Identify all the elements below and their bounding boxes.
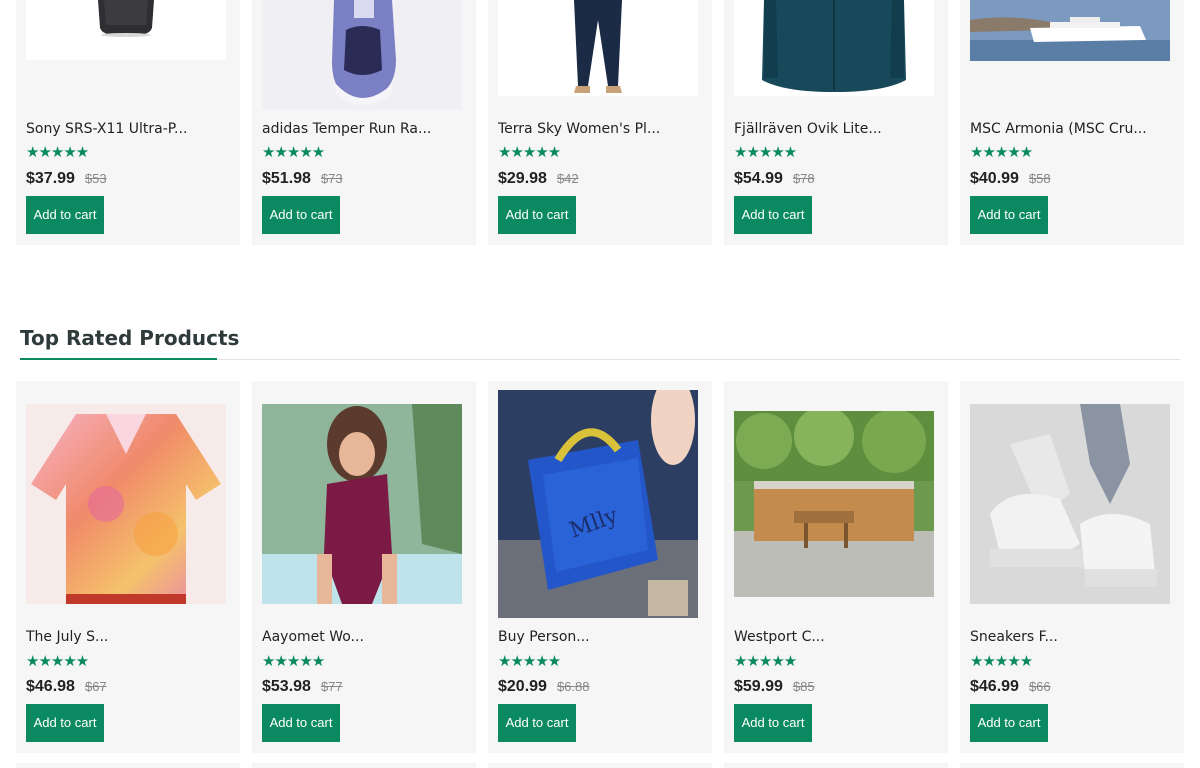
price: $40.99 <box>970 170 1019 187</box>
price-group: $46.98 $67 <box>26 678 107 696</box>
product-card[interactable]: Terra Sky Women's Pl... ★★★★★ $29.98 $42… <box>488 0 712 245</box>
product-name[interactable]: Buy Person... <box>498 629 702 645</box>
price-group: $54.99 $78 <box>734 170 815 188</box>
old-price: $73 <box>320 171 343 186</box>
product-row-next <box>16 763 1184 768</box>
rating-stars: ★★★★★ <box>734 653 797 670</box>
price: $54.99 <box>734 170 783 187</box>
old-price: $53 <box>84 171 107 186</box>
price: $37.99 <box>26 170 75 187</box>
price-group: $46.99 $66 <box>970 678 1051 696</box>
product-card[interactable]: adidas Temper Run Ra... ★★★★★ $51.98 $73… <box>252 0 476 245</box>
product-image[interactable] <box>262 404 462 604</box>
product-row-top-rated: The July S... ★★★★★ $46.98 $67 Add to ca… <box>16 381 1184 753</box>
product-card[interactable] <box>724 763 948 768</box>
product-name[interactable]: The July S... <box>26 629 230 645</box>
product-card[interactable] <box>488 763 712 768</box>
price-group: $53.98 $77 <box>262 678 343 696</box>
price: $29.98 <box>498 170 547 187</box>
product-image[interactable] <box>498 0 698 96</box>
rating-stars: ★★★★★ <box>734 144 797 161</box>
price-group: $29.98 $42 <box>498 170 579 188</box>
add-to-cart-button[interactable]: Add to cart <box>970 704 1048 742</box>
product-name[interactable]: Sneakers F... <box>970 629 1174 645</box>
add-to-cart-button[interactable]: Add to cart <box>498 704 576 742</box>
product-card[interactable]: Sneakers F... ★★★★★ $46.99 $66 Add to ca… <box>960 381 1184 753</box>
page: Sony SRS-X11 Ultra-P... ★★★★★ $37.99 $53… <box>0 0 1200 768</box>
product-card[interactable]: Mlly Buy Person... ★★★★★ $20.99 $6.88 Ad… <box>488 381 712 753</box>
section-title: Top Rated Products <box>20 326 240 350</box>
product-card[interactable]: Westport C... ★★★★★ $59.99 $85 Add to ca… <box>724 381 948 753</box>
product-card[interactable]: Aayomet Wo... ★★★★★ $53.98 $77 Add to ca… <box>252 381 476 753</box>
product-image[interactable] <box>734 0 934 96</box>
product-card[interactable]: Fjällräven Övik Lite... ★★★★★ $54.99 $78… <box>724 0 948 245</box>
rating-stars: ★★★★★ <box>26 144 89 161</box>
price-group: $20.99 $6.88 <box>498 678 589 696</box>
product-name[interactable]: Sony SRS-X11 Ultra-P... <box>26 121 230 137</box>
product-card[interactable] <box>252 763 476 768</box>
price: $46.99 <box>970 678 1019 695</box>
product-image[interactable] <box>734 411 934 597</box>
price: $46.98 <box>26 678 75 695</box>
old-price: $6.88 <box>556 679 590 694</box>
add-to-cart-button[interactable]: Add to cart <box>498 196 576 234</box>
product-image[interactable] <box>262 0 462 110</box>
rating-stars: ★★★★★ <box>970 653 1033 670</box>
add-to-cart-button[interactable]: Add to cart <box>26 704 104 742</box>
old-price: $85 <box>792 679 815 694</box>
rating-stars: ★★★★★ <box>262 144 325 161</box>
price: $53.98 <box>262 678 311 695</box>
section-title-underline <box>20 358 217 360</box>
old-price: $58 <box>1028 171 1051 186</box>
price-group: $37.99 $53 <box>26 170 107 188</box>
product-image[interactable] <box>970 0 1170 61</box>
rating-stars: ★★★★★ <box>498 144 561 161</box>
add-to-cart-button[interactable]: Add to cart <box>26 196 104 234</box>
product-name[interactable]: Terra Sky Women's Pl... <box>498 121 702 137</box>
price: $20.99 <box>498 678 547 695</box>
rating-stars: ★★★★★ <box>498 653 561 670</box>
old-price: $78 <box>792 171 815 186</box>
product-card[interactable] <box>16 763 240 768</box>
product-image[interactable] <box>26 404 226 604</box>
add-to-cart-button[interactable]: Add to cart <box>970 196 1048 234</box>
product-row-top: Sony SRS-X11 Ultra-P... ★★★★★ $37.99 $53… <box>16 0 1184 245</box>
old-price: $42 <box>556 171 579 186</box>
product-name[interactable]: Westport C... <box>734 629 938 645</box>
add-to-cart-button[interactable]: Add to cart <box>734 196 812 234</box>
price: $51.98 <box>262 170 311 187</box>
price-group: $59.99 $85 <box>734 678 815 696</box>
product-name[interactable]: adidas Temper Run Ra... <box>262 121 466 137</box>
old-price: $77 <box>320 679 343 694</box>
product-image[interactable]: Mlly <box>498 390 698 618</box>
product-card[interactable]: MSC Armonia (MSC Cru... ★★★★★ $40.99 $58… <box>960 0 1184 245</box>
price-group: $51.98 $73 <box>262 170 343 188</box>
old-price: $66 <box>1028 679 1051 694</box>
product-image[interactable] <box>26 0 226 60</box>
add-to-cart-button[interactable]: Add to cart <box>262 196 340 234</box>
price: $59.99 <box>734 678 783 695</box>
rating-stars: ★★★★★ <box>26 653 89 670</box>
rating-stars: ★★★★★ <box>970 144 1033 161</box>
add-to-cart-button[interactable]: Add to cart <box>262 704 340 742</box>
product-image[interactable] <box>970 404 1170 604</box>
product-card[interactable]: Sony SRS-X11 Ultra-P... ★★★★★ $37.99 $53… <box>16 0 240 245</box>
price-group: $40.99 $58 <box>970 170 1051 188</box>
product-card[interactable]: The July S... ★★★★★ $46.98 $67 Add to ca… <box>16 381 240 753</box>
product-name[interactable]: Fjällräven Övik Lite... <box>734 121 938 137</box>
rating-stars: ★★★★★ <box>262 653 325 670</box>
product-card[interactable] <box>960 763 1184 768</box>
product-name[interactable]: MSC Armonia (MSC Cru... <box>970 121 1174 137</box>
old-price: $67 <box>84 679 107 694</box>
add-to-cart-button[interactable]: Add to cart <box>734 704 812 742</box>
product-name[interactable]: Aayomet Wo... <box>262 629 466 645</box>
